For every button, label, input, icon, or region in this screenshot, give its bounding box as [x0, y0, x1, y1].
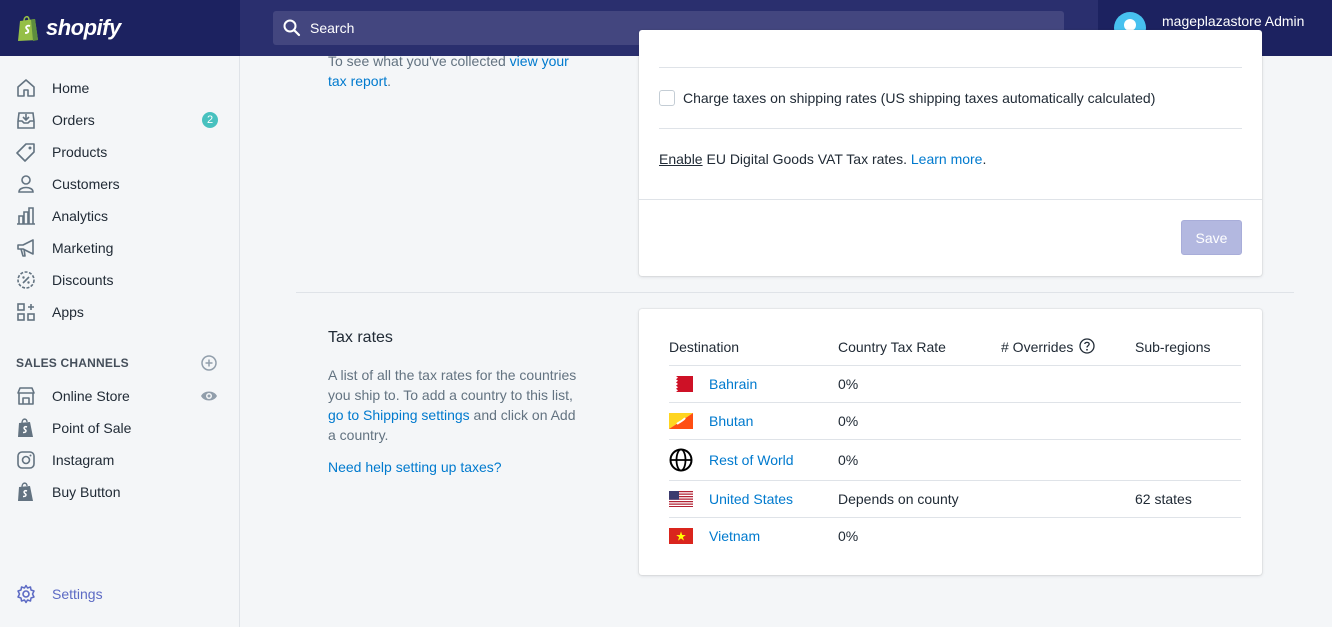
sidebar: Home Orders 2 Products Customers Analyti…	[0, 56, 240, 627]
sidebar-item-label: Products	[52, 144, 108, 160]
destination-link[interactable]: Bhutan	[709, 413, 753, 429]
sidebar-item-analytics[interactable]: Analytics	[0, 200, 239, 232]
tax-rate-value: 0%	[838, 376, 859, 392]
help-taxes-link[interactable]: Need help setting up taxes?	[328, 459, 502, 475]
row-divider	[669, 517, 1241, 518]
sidebar-item-customers[interactable]: Customers	[0, 168, 239, 200]
tax-rates-desc-text: A list of all the tax rates for the coun…	[328, 367, 577, 403]
sidebar-item-point-of-sale[interactable]: Point of Sale	[0, 412, 239, 444]
sales-channels-title: SALES CHANNELS	[16, 356, 129, 370]
sidebar-item-discounts[interactable]: Discounts	[0, 264, 239, 296]
tax-rate-value: 0%	[838, 452, 859, 468]
search-placeholder: Search	[310, 20, 355, 36]
instagram-icon	[16, 450, 36, 470]
globe-icon	[669, 448, 693, 472]
sidebar-item-label: Orders	[52, 112, 95, 128]
sidebar-item-label: Marketing	[52, 240, 114, 256]
sidebar-item-label: Discounts	[52, 272, 114, 288]
home-icon	[16, 78, 36, 98]
row-divider	[669, 402, 1241, 403]
apps-icon	[16, 302, 36, 322]
tax-rates-description: A list of all the tax rates for the coun…	[328, 365, 578, 445]
sidebar-item-online-store[interactable]: Online Store	[0, 380, 239, 412]
united-states-flag-icon	[669, 491, 693, 507]
save-button[interactable]: Save	[1181, 220, 1242, 255]
row-divider	[669, 439, 1241, 440]
sidebar-item-label: Apps	[52, 304, 84, 320]
sidebar-item-label: Buy Button	[52, 484, 121, 500]
row-divider	[669, 365, 1241, 366]
shopify-bag-icon	[16, 418, 36, 438]
tax-rates-title: Tax rates	[328, 329, 393, 346]
shopify-logo-icon	[18, 15, 38, 41]
column-header-sub-regions: Sub-regions	[1135, 339, 1211, 355]
shopify-bag-icon	[16, 482, 36, 502]
sidebar-item-buy-button[interactable]: Buy Button	[0, 476, 239, 508]
sidebar-item-products[interactable]: Products	[0, 136, 239, 168]
sidebar-item-instagram[interactable]: Instagram	[0, 444, 239, 476]
divider	[659, 67, 1242, 68]
help-question-icon[interactable]	[1079, 338, 1095, 354]
orders-count-badge: 2	[202, 112, 218, 128]
bhutan-flag-icon	[669, 413, 693, 429]
learn-more-link[interactable]: Learn more	[911, 151, 983, 167]
search-icon	[283, 19, 301, 37]
add-circle-icon[interactable]	[201, 355, 217, 371]
bar-chart-icon	[16, 206, 36, 226]
divider	[659, 128, 1242, 129]
sidebar-item-home[interactable]: Home	[0, 72, 239, 104]
charge-shipping-tax-checkbox[interactable]	[659, 90, 675, 106]
tax-report-text: To see what you've collected	[328, 53, 510, 69]
destination-link[interactable]: Bahrain	[709, 376, 757, 392]
card-footer-divider	[639, 199, 1262, 200]
sidebar-item-label: Home	[52, 80, 90, 96]
megaphone-icon	[16, 238, 36, 258]
eu-vat-period: .	[982, 151, 987, 167]
sidebar-item-label: Analytics	[52, 208, 109, 224]
sidebar-item-orders[interactable]: Orders 2	[0, 104, 239, 136]
destination-link[interactable]: Vietnam	[709, 528, 760, 544]
shipping-settings-link[interactable]: go to Shipping settings	[328, 407, 470, 423]
brand-name: shopify	[46, 15, 121, 40]
column-header-destination: Destination	[669, 339, 740, 355]
eu-vat-row: Enable EU Digital Goods VAT Tax rates. L…	[659, 151, 986, 167]
user-name: mageplazastore Admin	[1162, 13, 1305, 29]
row-divider	[669, 480, 1241, 481]
column-header-country-tax-rate: Country Tax Rate	[838, 339, 946, 355]
sub-regions-value: 62 states	[1135, 491, 1192, 507]
vietnam-flag-icon	[669, 528, 693, 544]
sidebar-item-label: Settings	[52, 586, 103, 602]
sidebar-item-settings[interactable]: Settings	[0, 578, 239, 610]
sidebar-item-label: Instagram	[52, 452, 115, 468]
tax-rate-value: Depends on county	[838, 491, 959, 507]
enable-eu-vat-link[interactable]: Enable	[659, 151, 703, 167]
tax-report-description: To see what you've collected view your t…	[328, 51, 583, 91]
tag-icon	[16, 142, 36, 162]
brand[interactable]: shopify	[0, 0, 240, 56]
bahrain-flag-icon	[669, 376, 693, 392]
sidebar-item-label: Customers	[52, 176, 120, 192]
sidebar-item-label: Point of Sale	[52, 420, 132, 436]
person-icon	[16, 174, 36, 194]
discount-icon	[16, 270, 36, 290]
tax-report-period: .	[387, 73, 392, 89]
eye-icon[interactable]	[200, 387, 218, 405]
sidebar-item-marketing[interactable]: Marketing	[0, 232, 239, 264]
column-header-overrides: # Overrides	[1001, 339, 1074, 355]
eu-vat-text: EU Digital Goods VAT Tax rates.	[702, 151, 911, 167]
tax-rate-value: 0%	[838, 528, 859, 544]
orders-icon	[16, 110, 36, 130]
section-divider	[296, 292, 1294, 293]
destination-link[interactable]: United States	[709, 491, 793, 507]
sidebar-item-label: Online Store	[52, 388, 130, 404]
destination-link[interactable]: Rest of World	[709, 452, 794, 468]
tax-rate-value: 0%	[838, 413, 859, 429]
gear-icon	[16, 584, 36, 604]
store-icon	[16, 386, 36, 406]
sidebar-item-apps[interactable]: Apps	[0, 296, 239, 328]
charge-shipping-tax-label: Charge taxes on shipping rates (US shipp…	[683, 90, 1156, 106]
